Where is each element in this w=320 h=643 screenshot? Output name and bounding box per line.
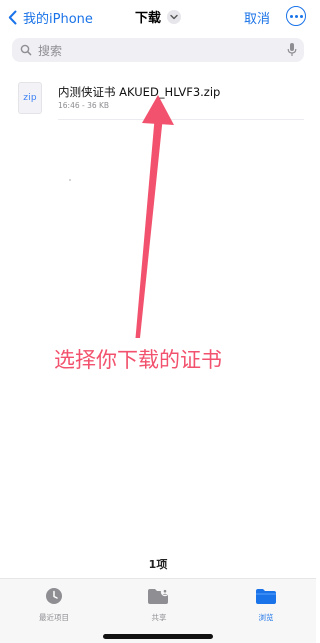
- tab-recents[interactable]: 最近项目: [14, 587, 94, 623]
- annotation-text: 选择你下载的证书: [54, 348, 222, 372]
- tab-browse[interactable]: 浏览: [226, 587, 306, 623]
- folder-icon: [256, 589, 276, 604]
- home-indicator: [103, 634, 213, 639]
- tab-label: 共享: [151, 613, 167, 622]
- tab-label: 浏览: [258, 613, 274, 622]
- item-count: 1项: [148, 558, 168, 571]
- tab-label: 最近项目: [39, 613, 69, 622]
- tab-shared[interactable]: 共享: [119, 587, 199, 623]
- annotation-arrow-icon: [135, 95, 174, 338]
- shared-folder-icon: [148, 587, 170, 604]
- clock-icon: [46, 588, 62, 604]
